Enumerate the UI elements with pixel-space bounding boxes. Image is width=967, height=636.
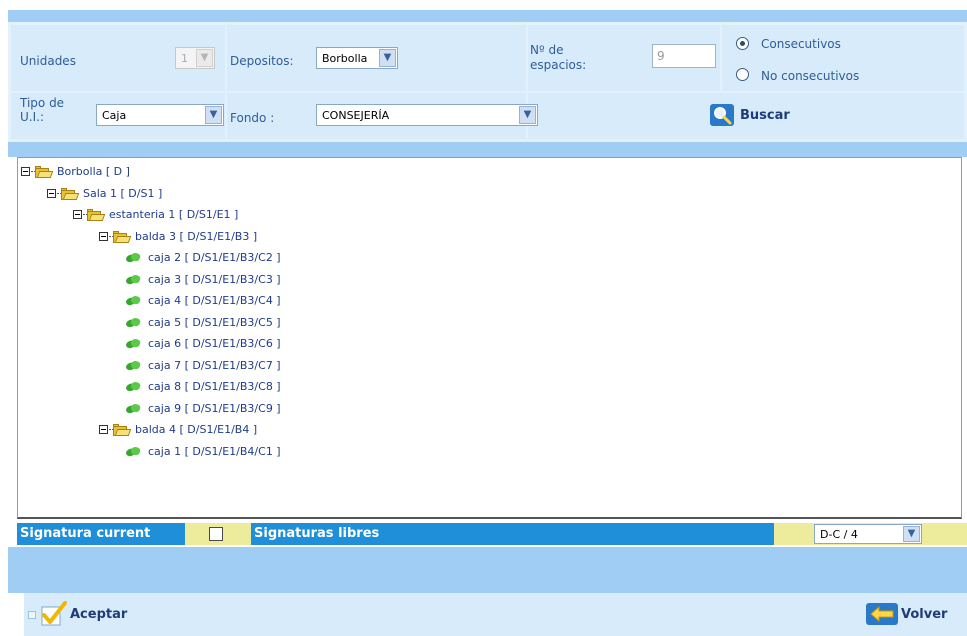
collapse-icon[interactable] [47,188,56,198]
signaturas-libres-label: Signaturas libres [254,526,380,541]
signaturas-libres-value: D-C / 4 [820,528,858,541]
chevron-down-icon: ▼ [903,526,920,542]
depositos-label: Depositos: [230,54,294,68]
tipo-label-line1: Tipo de [20,96,65,110]
tree-node-label: caja 2 [ D/S1/E1/B3/C2 ] [148,251,281,264]
chevron-down-icon: ▼ [205,106,222,124]
chevron-down-icon: ▼ [519,106,536,124]
signature-checkbox-cell [185,523,251,545]
leaf-icon [124,251,142,264]
espacios-label-line2: espacios: [530,58,587,72]
back-label: Volver [901,607,948,622]
leaf-icon [124,316,142,329]
back-button[interactable]: Volver [866,599,966,629]
footer-bar: Aceptar Volver [24,593,967,636]
chevron-down-icon: ▼ [379,49,396,67]
tree-node-label: Sala 1 [ D/S1 ] [83,186,163,200]
search-label: Buscar [740,108,790,123]
leaf-icon [124,359,142,372]
unidades-value: 1 [181,52,188,65]
leaf-icon [124,273,142,286]
leaf-icon [124,337,142,350]
leaf-icon [124,380,142,393]
tipo-select[interactable]: Caja ▼ [96,104,224,126]
collapse-icon[interactable] [73,210,82,219]
fondo-select[interactable]: CONSEJERÍA ▼ [316,104,538,126]
tipo-label-line2: U.I.: [20,110,44,124]
accept-button[interactable]: Aceptar [28,599,158,629]
fondo-value: CONSEJERÍA [322,109,390,122]
collapse-icon[interactable] [21,167,30,176]
folder-open-icon [113,424,132,436]
consecutivos-radio[interactable] [736,37,749,50]
signature-current-checkbox[interactable] [209,527,223,541]
tree-node-label: caja 3 [ D/S1/E1/B3/C3 ] [148,272,281,286]
signature-bar: Signatura current Signaturas libres D-C … [17,523,967,545]
tree-node-label: caja 8 [ D/S1/E1/B3/C8 ] [148,380,281,393]
fondo-label: Fondo : [230,111,275,125]
header-band [8,10,967,22]
depositos-select[interactable]: Borbolla ▼ [316,47,398,69]
tree-node-label: Borbolla [ D ] [57,165,130,178]
signaturas-libres-cell: Signaturas libres [251,523,774,545]
signature-current-cell: Signatura current [17,523,185,545]
leaf-icon [124,445,142,458]
espacios-label-line1: Nº de [530,43,564,57]
arrow-left-icon [866,603,898,625]
signaturas-libres-select[interactable]: D-C / 4 ▼ [814,524,922,544]
folder-open-icon [35,166,54,178]
leaf-icon [124,402,142,415]
folder-open-icon [113,230,132,243]
espacios-value: 9 [657,49,665,63]
collapse-icon[interactable] [99,425,108,434]
tipo-value: Caja [102,109,127,122]
filter-panel: Unidades 1 ▼ Depositos: Borbolla ▼ Nº de… [8,22,967,142]
tree-node-label: caja 1 [ D/S1/E1/B4/C1 ] [148,444,281,458]
no-consecutivos-label: No consecutivos [761,69,860,83]
no-consecutivos-radio[interactable] [736,68,749,81]
chevron-down-icon: ▼ [196,49,213,67]
tree-node-label: caja 9 [ D/S1/E1/B3/C9 ] [148,401,281,415]
espacios-input[interactable]: 9 [652,44,716,68]
tree-node-label: balda 3 [ D/S1/E1/B3 ] [135,229,258,243]
consecutivos-label: Consecutivos [761,37,841,51]
tree-node-label: caja 7 [ D/S1/E1/B3/C7 ] [148,358,281,372]
depositos-value: Borbolla [322,52,368,65]
folder-open-icon [87,209,106,221]
tree-node-label: caja 4 [ D/S1/E1/B3/C4 ] [148,294,281,307]
magnifier-icon [710,104,734,126]
accept-label: Aceptar [70,607,128,622]
checkmark-icon [41,601,67,626]
folder-open-icon [61,187,80,200]
bullet-icon [28,611,36,619]
lower-band [8,547,967,593]
signaturas-libres-select-cell: D-C / 4 ▼ [774,523,967,545]
tree-view[interactable]: Borbolla [ D ] Sala 1 [ D/S1 ] estanteria … [17,157,962,519]
tree-node-label: caja 6 [ D/S1/E1/B3/C6 ] [148,337,281,350]
signature-current-label: Signatura current [20,526,151,541]
leaf-icon [124,294,142,307]
unidades-label: Unidades [20,54,76,68]
unidades-select[interactable]: 1 ▼ [175,47,215,69]
tree-node-label: balda 4 [ D/S1/E1/B4 ] [135,423,258,436]
search-button[interactable]: Buscar [710,104,800,128]
tree-node-label: caja 5 [ D/S1/E1/B3/C5 ] [148,315,281,329]
tree-header-band [8,142,967,157]
tree-node-label: estanteria 1 [ D/S1/E1 ] [109,208,239,221]
collapse-icon[interactable] [99,231,108,241]
